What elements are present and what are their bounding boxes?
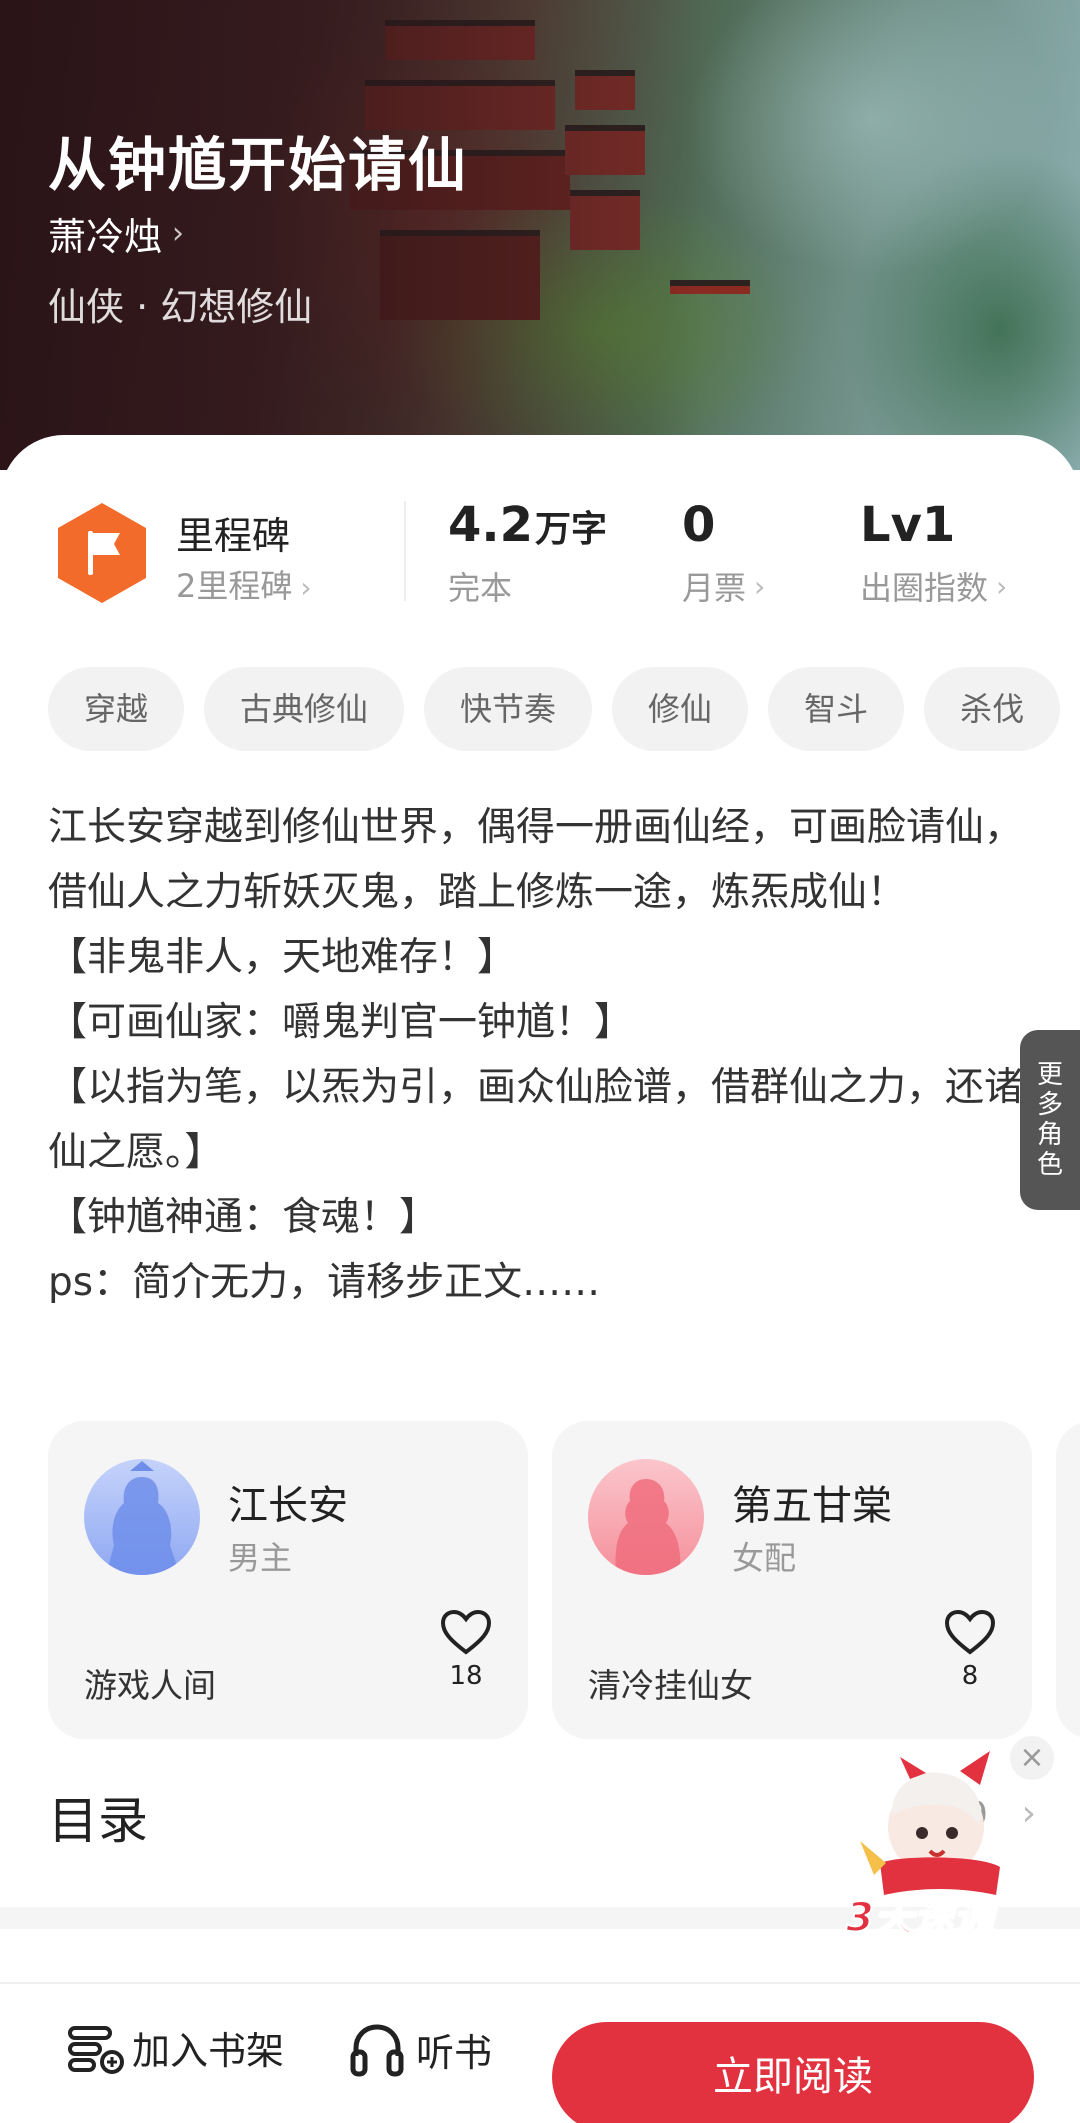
synopsis-line: 【钟馗神通：食魂！】 (48, 1195, 439, 1240)
character-name: 江长安 (228, 1483, 348, 1529)
tag-list: 穿越 古典修仙 快节奏 修仙 智斗 杀伐 (48, 667, 1080, 753)
tag-chip[interactable]: 智斗 (768, 667, 905, 751)
character-role: 男主 (228, 1539, 293, 1577)
add-to-shelf-button[interactable]: 加入书架 (66, 2020, 284, 2075)
monthly-votes-stat[interactable]: 0 月票 › (682, 497, 765, 609)
chevron-right-icon: › (172, 216, 185, 251)
character-card[interactable]: 江长安 男主 游戏人间 18 (48, 1421, 528, 1739)
heart-icon (440, 1609, 492, 1655)
book-synopsis[interactable]: 江长安穿越到修仙世界，偶得一册画仙经，可画脸请仙，借仙人之力斩妖灭鬼，踏上修炼一… (48, 795, 1038, 1315)
heart-icon (944, 1609, 996, 1655)
book-cover-hero: 从钟馗开始请仙 萧冷烛 › 仙侠 · 幻想修仙 (0, 0, 1080, 470)
milestone-title[interactable]: 里程碑 (176, 505, 290, 560)
tag-chip[interactable]: 穿越 (48, 667, 185, 751)
word-count-stat: 4.2 万字 完本 (448, 497, 607, 609)
popularity-level: Lv1 (860, 497, 956, 553)
word-unit: 万字 (535, 509, 608, 550)
character-card-partial[interactable] (1056, 1421, 1080, 1739)
more-roles-label: 更多角色 (1036, 1060, 1063, 1180)
like-button[interactable]: 8 (940, 1609, 1000, 1691)
monthly-votes-label: 月票 (682, 569, 747, 607)
stats-divider (404, 501, 406, 601)
synopsis-line: ps：简介无力，请移步正文…… (48, 1260, 601, 1305)
synopsis-line: 江长安穿越到修仙世界，偶得一册画仙经，可画脸请仙，借仙人之力斩妖灭鬼，踏上修炼一… (48, 805, 1024, 915)
monthly-votes: 0 (682, 497, 716, 553)
author-link[interactable]: 萧冷烛 › (48, 206, 184, 261)
tag-chip[interactable]: 杀伐 (924, 667, 1061, 751)
chevron-right-icon: › (754, 569, 766, 603)
character-description: 游戏人间 (84, 1666, 216, 1705)
popularity-stat[interactable]: Lv1 出圈指数 › (860, 497, 1007, 609)
tag-chip[interactable]: 古典修仙 (204, 667, 405, 751)
synopsis-line: 【非鬼非人，天地难存！】 (48, 935, 517, 980)
close-icon[interactable]: × (1010, 1736, 1054, 1780)
character-name: 第五甘棠 (732, 1483, 892, 1529)
book-genre: 仙侠 · 幻想修仙 (48, 285, 313, 329)
popularity-label: 出圈指数 (860, 569, 989, 607)
chevron-right-icon: › (996, 569, 1008, 603)
synopsis-line: 【以指为笔，以炁为引，画众仙脸谱，借群仙之力，还诸仙之愿。】 (48, 1065, 1024, 1175)
headphones-icon (350, 2024, 404, 2077)
bookshelf-add-icon (68, 2025, 124, 2074)
book-title: 从钟馗开始请仙 (48, 131, 469, 199)
milestone-flag-icon[interactable] (54, 501, 150, 605)
chevron-right-icon: › (300, 571, 312, 604)
word-count: 4.2 (448, 497, 534, 553)
synopsis-line: 【可画仙家：嚼鬼判官一钟馗！】 (48, 1000, 634, 1045)
character-avatar (588, 1459, 704, 1575)
tag-chip[interactable]: 快节奏 (424, 667, 593, 751)
listen-label: 听书 (416, 2030, 493, 2075)
listen-button[interactable]: 听书 (348, 2020, 492, 2078)
book-status: 完本 (448, 569, 513, 607)
like-count: 8 (961, 1661, 979, 1691)
bottom-action-bar: 加入书架 听书 立即阅读 (0, 1982, 1080, 2123)
author-name: 萧冷烛 (48, 215, 163, 259)
milestone-count[interactable]: 2里程碑 › (176, 561, 312, 607)
character-card[interactable]: 第五甘棠 女配 清冷挂仙女 8 (552, 1421, 1032, 1739)
stats-row: 里程碑 2里程碑 › 4.2 万字 完本 0 月票 › Lv1 出圈指数 › (0, 497, 1080, 627)
character-role: 女配 (732, 1539, 797, 1577)
character-list: 江长安 男主 游戏人间 18 第五甘棠 女配 清冷挂仙女 8 (48, 1421, 1080, 1739)
like-button[interactable]: 18 (436, 1609, 496, 1691)
promo-label: 3天速通 (845, 1894, 995, 1942)
tag-chip[interactable]: 修仙 (612, 667, 749, 751)
character-description: 清冷挂仙女 (588, 1666, 753, 1705)
promo-mascot-badge[interactable]: 3天速通 (840, 1745, 1040, 1945)
character-avatar (84, 1459, 200, 1575)
more-roles-tab[interactable]: 更多角色 (1020, 1030, 1080, 1210)
add-to-shelf-label: 加入书架 (132, 2029, 285, 2073)
like-count: 18 (449, 1661, 483, 1691)
read-now-button[interactable]: 立即阅读 (552, 2022, 1034, 2123)
toc-title: 目录 (48, 1792, 148, 1850)
